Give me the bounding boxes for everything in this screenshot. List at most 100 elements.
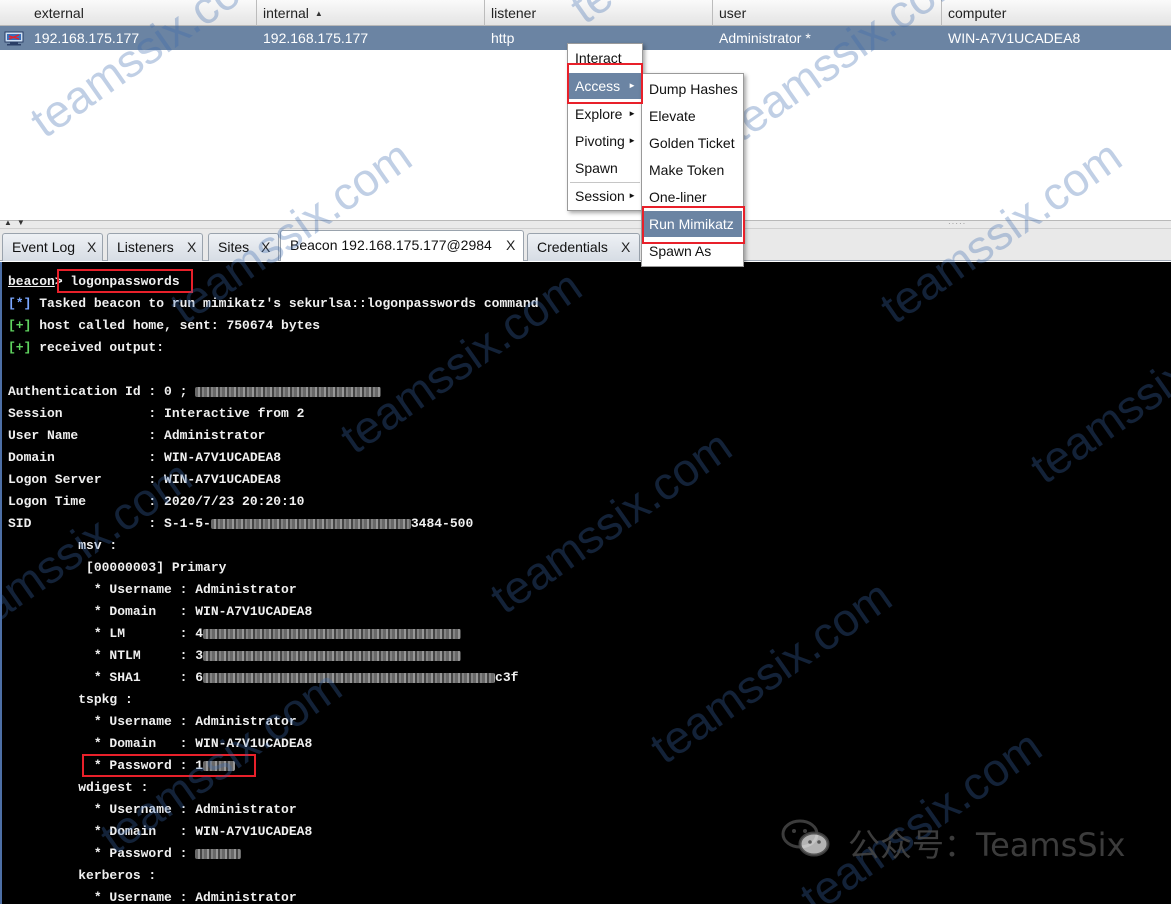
console-line: Authentication Id : 0 ; [8, 384, 382, 400]
beacon-console[interactable]: beacon> logonpasswords [*] Tasked beacon… [0, 262, 1171, 904]
menu-item-golden-ticket[interactable]: Golden Ticket [643, 130, 742, 156]
console-text: 0 ; [164, 384, 196, 399]
console-text: Tasked beacon to run mimikatz's sekurlsa… [31, 296, 539, 311]
tab-label: Event Log [12, 239, 76, 255]
tab-beacon[interactable]: Beacon 192.168.175.177@2984 X [280, 230, 524, 261]
menu-item-dump-hashes[interactable]: Dump Hashes [643, 76, 742, 102]
console-line: Domain : WIN-A7V1UCADEA8 [8, 450, 282, 465]
menu-item-one-liner[interactable]: One-liner [643, 184, 742, 210]
session-listener: http [491, 30, 515, 46]
session-external-ip: 192.168.175.177 [34, 30, 140, 46]
success-tag: [+] [8, 318, 32, 333]
submenu-arrow-icon: ► [628, 136, 636, 145]
tab-event-log[interactable]: Event Log X [2, 233, 103, 261]
tab-close-button[interactable]: X [87, 239, 96, 255]
redacted-value [203, 760, 236, 771]
console-line: * Password : 1 [8, 758, 236, 774]
console-command-line: beacon> logonpasswords [8, 274, 180, 290]
menu-item-access[interactable]: Access ► [569, 73, 641, 99]
session-user: Administrator * [719, 30, 811, 46]
tab-label: Beacon 192.168.175.177@2984 [290, 237, 492, 253]
menu-item-run-mimikatz[interactable]: Run Mimikatz [643, 211, 742, 237]
splitter-grip-icon[interactable]: ····· [948, 219, 966, 228]
console-line: Logon Time : 2020/7/23 20:20:10 [8, 494, 305, 509]
menu-item-label: Access [575, 78, 621, 94]
console-line: * Password : [8, 846, 242, 862]
tab-label: Sites [218, 239, 250, 255]
console-text: * Password : 1 [8, 758, 204, 773]
tab-close-button[interactable]: X [621, 239, 630, 255]
console-text: * SHA1 : 6 [8, 670, 204, 685]
console-text: SID : S-1-5- [8, 516, 211, 531]
console-line: wdigest : [8, 780, 149, 795]
menu-item-label: Interact [575, 50, 622, 66]
console-text: * Password : [8, 846, 196, 861]
console-line: * LM : 4 [8, 626, 462, 642]
tab-sites[interactable]: Sites X [208, 233, 279, 261]
console-line: [00000003] Primary [8, 560, 227, 575]
redacted-value [210, 518, 411, 529]
menu-item-spawn-as[interactable]: Spawn As [643, 238, 742, 264]
menu-item-session[interactable]: Session ► [569, 183, 641, 209]
menu-item-explore[interactable]: Explore ► [569, 101, 641, 127]
menu-item-make-token[interactable]: Make Token [643, 157, 742, 183]
menu-item-label: Spawn [575, 160, 618, 176]
console-text: c3f [495, 670, 519, 685]
console-prompt: beacon [8, 274, 55, 289]
success-tag: [+] [8, 340, 32, 355]
session-context-menu: Interact Access ► Explore ► Pivoting ► Spaw… [567, 43, 643, 211]
redacted-value [203, 628, 462, 639]
console-line: [*] Tasked beacon to run mimikatz's seku… [8, 296, 539, 312]
menu-item-pivoting[interactable]: Pivoting ► [569, 128, 641, 154]
console-line: * NTLM : 3 [8, 648, 462, 664]
tab-credentials[interactable]: Credentials X [527, 233, 640, 261]
menu-item-label: Explore [575, 106, 623, 122]
console-line: Session : Interactive from 2 [8, 406, 305, 421]
tab-label: Listeners [117, 239, 174, 255]
tab-close-button[interactable]: X [187, 239, 196, 255]
console-line: * Domain : WIN-A7V1UCADEA8 [8, 736, 313, 751]
console-line: * Username : Administrator [8, 582, 297, 597]
menu-item-spawn[interactable]: Spawn [569, 155, 641, 181]
submenu-arrow-icon: ► [628, 191, 636, 200]
tab-label: Credentials [537, 239, 608, 255]
tab-close-button[interactable]: X [261, 239, 270, 255]
beacon-host-icon [4, 31, 24, 46]
menu-item-label: Pivoting [575, 133, 625, 149]
column-header-user[interactable]: user [713, 0, 942, 26]
console-text: 3484-500 [410, 516, 474, 531]
menu-item-interact[interactable]: Interact [569, 45, 641, 71]
console-text: Authentication Id : [8, 384, 165, 399]
console-line: * SHA1 : 6 c3f [8, 670, 519, 686]
console-line: User Name : Administrator [8, 428, 266, 443]
console-text: host called home, sent: 750674 bytes [31, 318, 321, 333]
console-line: * Username : Administrator [8, 714, 297, 729]
console-line: Logon Server : WIN-A7V1UCADEA8 [8, 472, 282, 487]
console-line: * Domain : WIN-A7V1UCADEA8 [8, 824, 313, 839]
column-header-internal[interactable]: internal [257, 0, 485, 26]
tab-listeners[interactable]: Listeners X [107, 233, 203, 261]
console-line: kerberos : [8, 868, 157, 883]
console-line: tspkg : [8, 692, 133, 707]
session-internal-ip: 192.168.175.177 [263, 30, 369, 46]
console-line: * Domain : WIN-A7V1UCADEA8 [8, 604, 313, 619]
tab-close-button[interactable]: X [506, 237, 515, 253]
pane-splitter[interactable]: ▲▼ ····· [0, 218, 1171, 229]
menu-item-elevate[interactable]: Elevate [643, 103, 742, 129]
console-line: [+] host called home, sent: 750674 bytes [8, 318, 320, 334]
console-line: msv : [8, 538, 118, 553]
submenu-arrow-icon: ► [628, 109, 636, 118]
prompt-arrow: > [54, 274, 71, 289]
column-header-listener[interactable]: listener [485, 0, 713, 26]
menu-item-label: Session [575, 188, 625, 204]
console-command: logonpasswords [70, 274, 180, 289]
console-text: * NTLM : 3 [8, 648, 204, 663]
column-header-computer[interactable]: computer [942, 0, 1171, 26]
console-text: received output: [31, 340, 165, 355]
sessions-table-header: external internal listener user computer [0, 0, 1171, 26]
console-text: * LM : 4 [8, 626, 204, 641]
tab-bar: Event Log X Listeners X Sites X Beacon 1… [0, 229, 1171, 261]
splitter-arrows-icon[interactable]: ▲▼ [4, 218, 30, 227]
redacted-value [195, 848, 242, 859]
column-header-external[interactable]: external [28, 0, 257, 26]
